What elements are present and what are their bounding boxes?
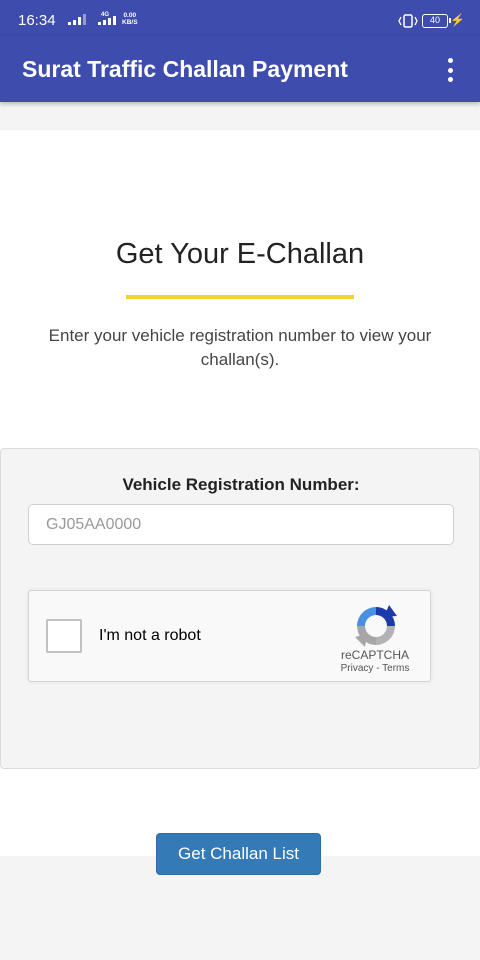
charging-icon: ⚡ (450, 13, 465, 27)
signal-icon (68, 13, 86, 25)
registration-label: Vehicle Registration Number: (122, 475, 360, 494)
page-heading: Get Your E-Challan (115, 238, 365, 270)
data-speed-value: 0.00 (123, 12, 137, 19)
data-speed: 0.00 KB/S (122, 12, 138, 26)
recaptcha-links: Privacy - Terms (325, 663, 425, 674)
registration-input[interactable] (28, 504, 454, 545)
status-time: 16:34 (18, 12, 56, 29)
privacy-link[interactable]: Privacy (341, 663, 374, 674)
recaptcha-label: I'm not a robot (99, 627, 201, 644)
app-bar: Surat Traffic Challan Payment (0, 36, 480, 102)
search-form: Vehicle Registration Number: I'm not a r… (0, 448, 480, 875)
content-panel: Get Your E-Challan Enter your vehicle re… (0, 130, 480, 875)
recaptcha-widget: I'm not a robot reCAPTCHA Privacy - Term… (28, 590, 431, 682)
terms-link[interactable]: Terms (382, 663, 409, 674)
battery-icon: 40 (422, 14, 451, 28)
links-separator: - (373, 663, 383, 674)
app-title: Surat Traffic Challan Payment (22, 56, 348, 82)
get-challan-list-button[interactable]: Get Challan List (156, 833, 321, 875)
more-vert-icon[interactable] (440, 56, 460, 84)
recaptcha-checkbox[interactable] (46, 619, 82, 653)
recaptcha-logo-icon (355, 605, 397, 647)
signal-icon-2 (98, 16, 116, 25)
page-description: Enter your vehicle registration number t… (48, 326, 432, 369)
status-bar: 16:34 4G 0.00 KB/S 40 ⚡ (0, 0, 480, 36)
recaptcha-brand: reCAPTCHA (340, 648, 409, 662)
vibrate-icon (398, 14, 418, 28)
heading-underline (126, 295, 354, 299)
data-speed-unit: KB/S (122, 19, 138, 26)
